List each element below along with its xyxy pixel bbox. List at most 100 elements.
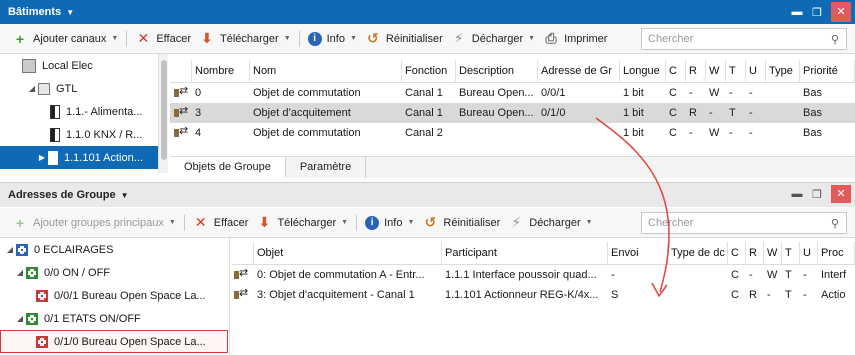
tree-scrollbar[interactable] [158,54,168,173]
group-addresses-panel-header: Adresses de Groupe ▼ ▬ ❐ ✕ [0,182,855,207]
cell-w: W [767,269,778,281]
download-button[interactable]: ⬇ Télécharger ▼ [252,212,352,234]
column-header[interactable]: Objet [254,242,442,264]
tree-node-middle-group[interactable]: ◢ 0/0 ON / OFF [0,261,229,284]
dropdown-arrow-icon[interactable]: ▼ [586,219,593,226]
table-row[interactable]: 0: Objet de commutation A - Entr... 1.1.… [232,265,855,285]
restore-icon[interactable]: ❐ [807,188,827,201]
cell-function: Canal 1 [405,107,443,119]
delete-button[interactable]: ✕ Effacer [131,28,195,50]
cell-send: - [611,269,615,281]
restore-icon[interactable]: ❐ [807,6,827,19]
column-header[interactable]: Proc [818,242,855,264]
buildings-panel-title: Bâtiments [8,6,62,18]
close-icon[interactable]: ✕ [831,2,851,22]
tree-node-group-address[interactable]: 0/0/1 Bureau Open Space La... [0,284,229,307]
table-row[interactable]: 3: Objet d’acquitement - Canal 1 1.1.101… [232,285,855,305]
cell-r: R [689,107,697,119]
column-header[interactable]: Type de dc [668,242,728,264]
info-button[interactable]: i Info ▼ [361,212,418,234]
dropdown-arrow-icon[interactable]: ▼ [111,35,118,42]
column-header[interactable]: T [726,60,746,82]
unload-button[interactable]: ⚡ Décharger ▼ [447,28,539,50]
cell-function: Canal 2 [405,127,443,139]
tree-node-device-knx[interactable]: 1.1.0 KNX / R... [0,123,167,146]
panel-menu-chevron-icon[interactable]: ▼ [121,191,129,200]
column-header[interactable]: Participant [442,242,608,264]
dropdown-arrow-icon[interactable]: ▼ [350,35,357,42]
table-row-selected[interactable]: 3 Objet d’acquitement Canal 1 Bureau Ope… [170,103,855,123]
search-icon[interactable]: ⚲ [824,217,846,230]
column-header[interactable]: C [666,60,686,82]
expanded-arrow-icon[interactable]: ◢ [14,314,26,323]
column-header[interactable]: Nom [250,60,402,82]
info-button[interactable]: i Info ▼ [304,28,361,50]
tree-node-group-address-highlighted[interactable]: 0/1/0 Bureau Open Space La... [0,330,228,353]
tree-node-main-group[interactable]: ◢ 0 ECLAIRAGES [0,238,229,261]
minimize-icon[interactable]: ▬ [787,188,807,200]
column-header[interactable]: W [764,242,782,264]
building-icon [22,58,36,73]
dropdown-arrow-icon[interactable]: ▼ [341,219,348,226]
scrollbar-thumb[interactable] [161,60,167,160]
collapsed-arrow-icon[interactable]: ▶ [36,153,48,162]
search-icon[interactable]: ⚲ [824,33,846,46]
tab-parameters[interactable]: Paramètre [286,157,367,178]
tree-node-gtl[interactable]: ◢ GTL [0,77,167,100]
search-input[interactable]: Chercher ⚲ [641,28,847,50]
unload-button[interactable]: ⚡ Décharger ▼ [504,212,596,234]
close-icon[interactable]: ✕ [831,185,851,203]
expanded-arrow-icon[interactable]: ◢ [26,84,38,93]
column-header[interactable]: Priorité [800,60,855,82]
tree-node-device-alimentation[interactable]: 1.1.- Alimenta... [0,100,167,123]
download-button[interactable]: ⬇ Télécharger ▼ [195,28,295,50]
cell-c: C [731,269,739,281]
column-header[interactable]: C [728,242,746,264]
cell-c: C [669,107,677,119]
column-header[interactable]: W [706,60,726,82]
column-header[interactable]: Longue [620,60,666,82]
table-row[interactable]: 0 Objet de commutation Canal 1 Bureau Op… [170,83,855,103]
print-button[interactable]: ⎙ Imprimer [539,28,611,50]
tree-node-local-elec[interactable]: Local Elec [0,54,167,77]
column-header[interactable]: Nombre [192,60,250,82]
column-header[interactable]: R [686,60,706,82]
column-header[interactable]: Envoi [608,242,668,264]
delete-x-icon: ✕ [137,30,150,46]
delete-button[interactable]: ✕ Effacer [189,212,253,234]
tab-group-objects[interactable]: Objets de Groupe [170,157,286,178]
expanded-arrow-icon[interactable]: ◢ [4,245,16,254]
tree-node-middle-group[interactable]: ◢ 0/1 ETATS ON/OFF [0,307,229,330]
table-row[interactable]: 4 Objet de commutation Canal 2 1 bit C -… [170,123,855,143]
column-header[interactable]: U [800,242,818,264]
dropdown-arrow-icon[interactable]: ▼ [284,35,291,42]
column-header[interactable]: Description [456,60,538,82]
dropdown-arrow-icon[interactable]: ▼ [169,219,176,226]
unload-label: Décharger [529,216,581,229]
dropdown-arrow-icon[interactable]: ▼ [528,35,535,42]
reset-button[interactable]: ↺ Réinitialiser [361,28,447,50]
column-header[interactable]: T [782,242,800,264]
expanded-arrow-icon[interactable]: ◢ [14,268,26,277]
column-header[interactable]: R [746,242,764,264]
tree-node-label: 0 ECLAIRAGES [34,243,114,256]
add-channels-button[interactable]: + Ajouter canaux ▼ [8,28,122,50]
column-header[interactable]: Adresse de Gr [538,60,620,82]
column-header[interactable]: U [746,60,766,82]
tree-node-label: 0/0 ON / OFF [44,266,111,279]
reset-label: Réinitialiser [443,216,501,229]
minimize-icon[interactable]: ▬ [787,6,807,18]
add-main-groups-button[interactable]: + Ajouter groupes principaux ▼ [8,212,180,234]
cell-number: 0 [195,87,202,99]
tree-node-device-actionneur[interactable]: ▶ 1.1.101 Action... [0,146,167,169]
search-input[interactable]: Chercher ⚲ [641,212,847,234]
buildings-panel-header: Bâtiments ▼ ▬ ❐ ✕ [0,0,855,24]
dropdown-arrow-icon[interactable]: ▼ [407,219,414,226]
column-header[interactable]: Fonction [402,60,456,82]
panel-menu-chevron-icon[interactable]: ▼ [66,8,74,17]
device-icon [50,104,60,119]
group-address-icon [36,335,48,348]
reset-button[interactable]: ↺ Réinitialiser [418,212,504,234]
column-header[interactable]: Type [766,60,800,82]
info-label: Info [384,216,403,229]
